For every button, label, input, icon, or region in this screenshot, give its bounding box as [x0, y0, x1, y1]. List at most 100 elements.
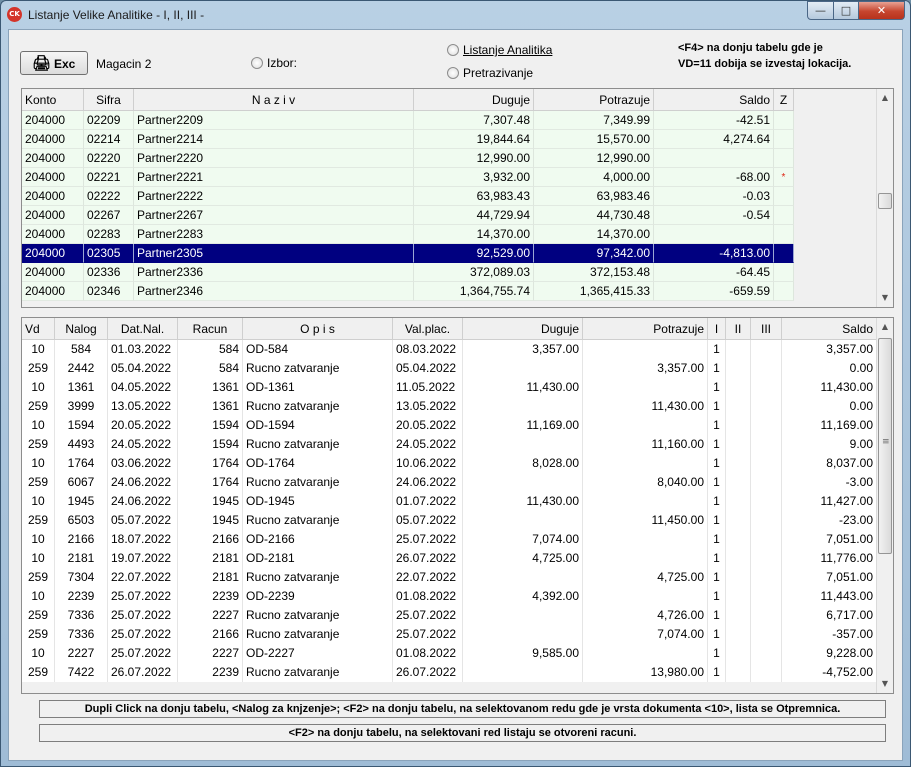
table-row[interactable]: 259 7422 26.07.2022 2239 Rucno zatvaranje 26.…: [22, 663, 877, 682]
cell-duguje: 3,357.00: [463, 340, 583, 359]
table-row[interactable]: 259 6067 24.06.2022 1764 Rucno zatvaranje 24.…: [22, 473, 877, 492]
table-row[interactable]: 10 2239 25.07.2022 2239 OD-2239 01.08.2022 4,3…: [22, 587, 877, 606]
column-header-potrazuje[interactable]: Potrazuje: [534, 89, 654, 111]
cell-i: 1: [708, 568, 726, 587]
column-header-ii[interactable]: II: [726, 318, 751, 340]
window-title: Listanje Velike Analitike - I, II, III -: [28, 8, 205, 22]
table-row[interactable]: 10 584 01.03.2022 584 OD-584 08.03.2022 3,357.…: [22, 340, 877, 359]
cell-racun: 1361: [178, 397, 243, 416]
column-header-dat-nal[interactable]: Dat.Nal.: [108, 318, 178, 340]
radio-circle[interactable]: [447, 67, 459, 79]
cell-opis: Rucno zatvaranje: [243, 625, 393, 644]
cell-naziv: Partner2220: [134, 149, 414, 168]
scroll-down-arrow-icon[interactable]: ▼: [877, 676, 893, 692]
cell-saldo: 11,776.00: [782, 549, 877, 568]
document-table-body[interactable]: 10 584 01.03.2022 584 OD-584 08.03.2022 3,357.…: [22, 340, 877, 693]
table-row[interactable]: 10 1594 20.05.2022 1594 OD-1594 20.05.2022 11,…: [22, 416, 877, 435]
cell-potrazuje: 12,990.00: [534, 149, 654, 168]
column-header-z[interactable]: Z: [774, 89, 794, 111]
table-row[interactable]: 259 6503 05.07.2022 1945 Rucno zatvaranje 05.…: [22, 511, 877, 530]
scroll-thumb[interactable]: [878, 193, 892, 209]
cell-i: 1: [708, 397, 726, 416]
table-row[interactable]: 259 2442 05.04.2022 584 Rucno zatvaranje 05.0…: [22, 359, 877, 378]
cell-ii: [726, 606, 751, 625]
scroll-down-arrow-icon[interactable]: ▼: [877, 290, 893, 306]
maximize-button[interactable]: □: [833, 1, 859, 20]
scroll-up-arrow-icon[interactable]: ▲: [877, 90, 893, 106]
partner-table-body[interactable]: 204000 02209 Partner2209 7,307.48 7,349.99 -4…: [22, 111, 794, 307]
partner-table[interactable]: Konto Sifra N a z i v Duguje Potrazuje Saldo Z…: [21, 88, 894, 308]
table-row[interactable]: 204000 02336 Partner2336 372,089.03 372,153.…: [22, 263, 794, 282]
cell-naziv: Partner2267: [134, 206, 414, 225]
table-row[interactable]: 204000 02220 Partner2220 12,990.00 12,990.00: [22, 149, 794, 168]
document-table-header: Vd Nalog Dat.Nal. Racun O p i s Val.plac. Dugu…: [22, 318, 877, 340]
exc-button[interactable]: 🖨 Exc: [20, 51, 88, 75]
cell-saldo: -4,813.00: [654, 244, 774, 263]
column-header-sifra[interactable]: Sifra: [84, 89, 134, 111]
cell-potrazuje: 11,430.00: [583, 397, 708, 416]
title-bar[interactable]: CK Listanje Velike Analitike - I, II, II…: [1, 1, 910, 29]
document-table-scrollbar[interactable]: ▲ ≡ ▼: [876, 318, 893, 693]
minimize-button[interactable]: —: [807, 1, 834, 20]
radio-circle[interactable]: [251, 57, 263, 69]
table-row[interactable]: 259 7336 25.07.2022 2166 Rucno zatvaranje 25.…: [22, 625, 877, 644]
radio-circle[interactable]: [447, 44, 459, 56]
cell-val-plac: 01.07.2022: [393, 492, 463, 511]
table-row[interactable]: 10 2181 19.07.2022 2181 OD-2181 26.07.2022 4,7…: [22, 549, 877, 568]
table-row[interactable]: 204000 02222 Partner2222 63,983.43 63,983.46…: [22, 187, 794, 206]
partner-table-scrollbar[interactable]: ▲ ▼: [876, 89, 893, 307]
cell-dat-nal: 24.06.2022: [108, 492, 178, 511]
column-header-vd[interactable]: Vd: [22, 318, 55, 340]
table-row[interactable]: 204000 02267 Partner2267 44,729.94 44,730.48…: [22, 206, 794, 225]
column-header-opis[interactable]: O p i s: [243, 318, 393, 340]
table-row[interactable]: 10 2166 18.07.2022 2166 OD-2166 25.07.2022 7,0…: [22, 530, 877, 549]
table-row[interactable]: 204000 02214 Partner2214 19,844.64 15,570.00…: [22, 130, 794, 149]
cell-racun: 1764: [178, 454, 243, 473]
table-row[interactable]: 259 3999 13.05.2022 1361 Rucno zatvaranje 13.…: [22, 397, 877, 416]
scroll-up-arrow-icon[interactable]: ▲: [877, 319, 893, 335]
table-row[interactable]: 204000 02346 Partner2346 1,364,755.74 1,365,…: [22, 282, 794, 301]
table-row[interactable]: 204000 02283 Partner2283 14,370.00 14,370.00: [22, 225, 794, 244]
column-header-racun[interactable]: Racun: [178, 318, 243, 340]
cell-vd: 259: [22, 663, 55, 682]
cell-nalog: 3999: [55, 397, 108, 416]
cell-konto: 204000: [22, 111, 84, 130]
table-row[interactable]: 259 7304 22.07.2022 2181 Rucno zatvaranje 22.…: [22, 568, 877, 587]
column-header-val-plac[interactable]: Val.plac.: [393, 318, 463, 340]
table-row[interactable]: 204000 02221 Partner2221 3,932.00 4,000.00 -6…: [22, 168, 794, 187]
column-header-nalog[interactable]: Nalog: [55, 318, 108, 340]
table-row[interactable]: 259 7336 25.07.2022 2227 Rucno zatvaranje 25.…: [22, 606, 877, 625]
cell-i: 1: [708, 454, 726, 473]
table-row[interactable]: 204000 02305 Partner2305 92,529.00 97,342.00…: [22, 244, 794, 263]
table-row[interactable]: 204000 02209 Partner2209 7,307.48 7,349.99 -4…: [22, 111, 794, 130]
cell-duguje: [463, 473, 583, 492]
table-row[interactable]: 10 1361 04.05.2022 1361 OD-1361 11.05.2022 11,…: [22, 378, 877, 397]
cell-duguje: 19,844.64: [414, 130, 534, 149]
cell-racun: 584: [178, 359, 243, 378]
column-header-i[interactable]: I: [708, 318, 726, 340]
table-row[interactable]: 10 2227 25.07.2022 2227 OD-2227 01.08.2022 9,5…: [22, 644, 877, 663]
cell-naziv: Partner2214: [134, 130, 414, 149]
cell-konto: 204000: [22, 149, 84, 168]
scroll-thumb[interactable]: ≡: [878, 338, 892, 554]
cell-i: 1: [708, 530, 726, 549]
cell-potrazuje: 14,370.00: [534, 225, 654, 244]
close-button[interactable]: ✕: [858, 1, 905, 20]
cell-konto: 204000: [22, 206, 84, 225]
cell-saldo: 7,051.00: [782, 568, 877, 587]
column-header-saldo[interactable]: Saldo: [782, 318, 877, 340]
column-header-potrazuje[interactable]: Potrazuje: [583, 318, 708, 340]
document-table[interactable]: Vd Nalog Dat.Nal. Racun O p i s Val.plac. Dugu…: [21, 317, 894, 694]
table-row[interactable]: 10 1764 03.06.2022 1764 OD-1764 10.06.2022 8,0…: [22, 454, 877, 473]
cell-iii: [751, 587, 782, 606]
cell-saldo: 0.00: [782, 359, 877, 378]
column-header-naziv[interactable]: N a z i v: [134, 89, 414, 111]
column-header-konto[interactable]: Konto: [22, 89, 84, 111]
column-header-saldo[interactable]: Saldo: [654, 89, 774, 111]
table-row[interactable]: 259 4493 24.05.2022 1594 Rucno zatvaranje 24.…: [22, 435, 877, 454]
table-row[interactable]: 10 1945 24.06.2022 1945 OD-1945 01.07.2022 11,…: [22, 492, 877, 511]
cell-potrazuje: [583, 530, 708, 549]
column-header-iii[interactable]: III: [751, 318, 782, 340]
column-header-duguje[interactable]: Duguje: [463, 318, 583, 340]
column-header-duguje[interactable]: Duguje: [414, 89, 534, 111]
